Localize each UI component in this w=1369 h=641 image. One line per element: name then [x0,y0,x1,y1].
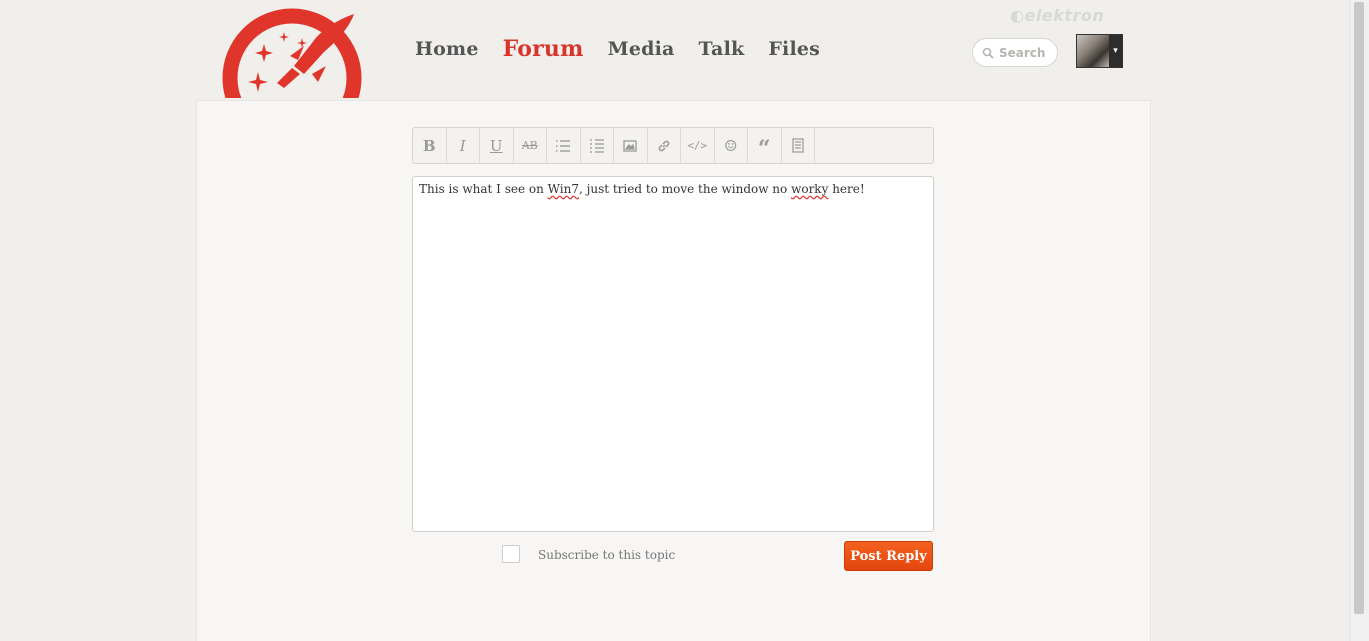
quote-glyph: “ [757,135,771,162]
search-box[interactable]: Search [972,38,1058,67]
image-icon[interactable] [614,128,648,163]
strikethrough-icon[interactable]: AB [514,128,547,163]
nav-talk[interactable]: Talk [699,38,745,62]
nav-home[interactable]: Home [415,38,479,62]
nav-media[interactable]: Media [608,38,675,62]
nav-forum[interactable]: Forum [503,36,584,62]
italic-icon[interactable]: I [447,128,480,163]
avatar [1077,35,1109,67]
editor-text-2: , just tried to move the window no [578,182,792,196]
underline-glyph: U [489,136,503,155]
bulleted-list-icon[interactable] [547,128,581,163]
italic-glyph: I [459,136,466,155]
search-placeholder: Search [999,45,1046,60]
code-icon[interactable]: </> [681,128,715,163]
bold-icon[interactable]: B [413,128,447,163]
quote-icon[interactable]: “ [748,128,782,163]
underline-icon[interactable]: U [480,128,514,163]
strikethrough-glyph: AB [521,139,538,152]
link-icon[interactable] [648,128,681,163]
reply-textarea[interactable]: This is what I see on Win7, just tried t… [412,176,934,532]
main-nav: Home Forum Media Talk Files [415,36,820,62]
brand-mark: ◐ [1010,6,1025,25]
misspelled-word: worky [791,182,829,196]
brand-name: elektron [1024,6,1105,25]
subscribe-checkbox[interactable] [502,545,520,563]
editor-text-3: here! [828,182,865,196]
elektron-brand-logo[interactable]: ◐elektron [1010,6,1104,25]
subscribe-label: Subscribe to this topic [538,548,676,562]
bold-glyph: B [422,136,436,155]
search-icon [982,47,994,59]
user-menu[interactable]: ▾ [1076,34,1123,68]
chevron-down-icon[interactable]: ▾ [1109,35,1122,67]
emoji-glyph: ☺ [724,136,738,155]
post-reply-button[interactable]: Post Reply [844,541,933,571]
nav-files[interactable]: Files [768,38,820,62]
editor-toolbar: B I U AB </> ☺ “ [412,127,934,164]
misspelled-word: Win7 [547,182,579,196]
code-glyph: </> [687,139,708,152]
logo[interactable] [222,8,362,98]
editor-text-1: This is what I see on [419,182,548,196]
document-icon[interactable] [782,128,815,163]
scrollbar[interactable] [1349,0,1369,641]
numbered-list-icon[interactable] [581,128,614,163]
scrollbar-thumb[interactable] [1354,2,1364,614]
emoji-icon[interactable]: ☺ [715,128,748,163]
